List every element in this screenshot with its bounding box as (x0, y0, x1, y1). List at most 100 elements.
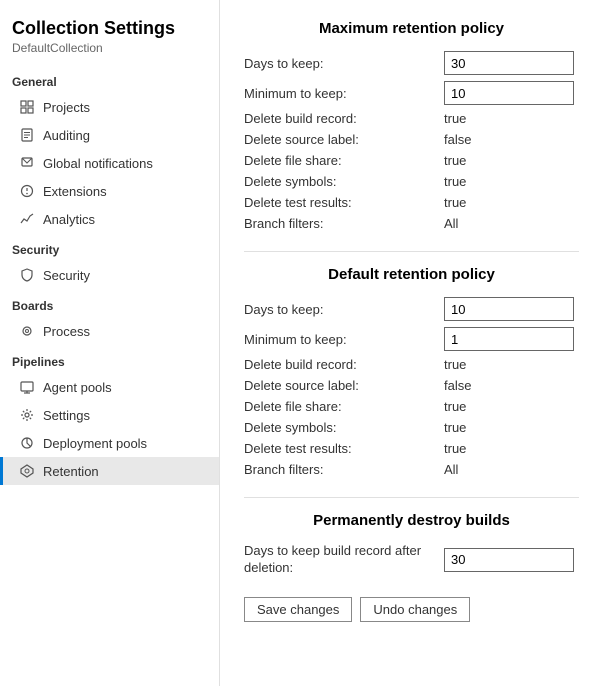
max-min-to-keep-row: Minimum to keep: (244, 81, 579, 105)
default-min-to-keep-row: Minimum to keep: (244, 327, 579, 351)
max-delete-symbols-label: Delete symbols: (244, 174, 444, 189)
security-icon (19, 267, 35, 283)
default-branch-filters-row: Branch filters: All (244, 462, 579, 477)
default-days-to-keep-row: Days to keep: (244, 297, 579, 321)
default-branch-filters-label: Branch filters: (244, 462, 444, 477)
max-delete-test-results-row: Delete test results: true (244, 195, 579, 210)
permanently-destroy-section: Permanently destroy builds Days to keep … (244, 512, 579, 577)
deployment-pools-label: Deployment pools (43, 436, 147, 451)
divider-2 (244, 497, 579, 498)
default-delete-symbols-label: Delete symbols: (244, 420, 444, 435)
max-delete-symbols-value: true (444, 174, 466, 189)
process-icon (19, 323, 35, 339)
default-delete-file-share-row: Delete file share: true (244, 399, 579, 414)
security-label: Security (43, 268, 90, 283)
max-branch-filters-label: Branch filters: (244, 216, 444, 231)
max-retention-section: Maximum retention policy Days to keep: M… (244, 20, 579, 231)
default-days-to-keep-input[interactable] (444, 297, 574, 321)
default-retention-title: Default retention policy (244, 266, 579, 283)
process-label: Process (43, 324, 90, 339)
projects-label: Projects (43, 100, 90, 115)
default-branch-filters-value: All (444, 462, 458, 477)
max-min-to-keep-input[interactable] (444, 81, 574, 105)
max-min-to-keep-label: Minimum to keep: (244, 86, 444, 101)
max-delete-file-share-row: Delete file share: true (244, 153, 579, 168)
default-delete-build-record-row: Delete build record: true (244, 357, 579, 372)
divider-1 (244, 251, 579, 252)
sidebar-item-retention[interactable]: Retention (0, 457, 219, 485)
default-delete-test-results-value: true (444, 441, 466, 456)
collection-name: DefaultCollection (0, 41, 219, 65)
max-delete-test-results-value: true (444, 195, 466, 210)
max-retention-title: Maximum retention policy (244, 20, 579, 37)
main-content: Maximum retention policy Days to keep: M… (220, 0, 603, 686)
default-delete-build-record-label: Delete build record: (244, 357, 444, 372)
section-security: Security (0, 233, 219, 261)
default-delete-file-share-label: Delete file share: (244, 399, 444, 414)
deployment-pools-icon (19, 435, 35, 451)
max-delete-source-label-label: Delete source label: (244, 132, 444, 147)
max-delete-build-record-label: Delete build record: (244, 111, 444, 126)
settings-icon (19, 407, 35, 423)
save-button[interactable]: Save changes (244, 597, 352, 622)
agent-pools-icon (19, 379, 35, 395)
retention-icon (19, 463, 35, 479)
sidebar-item-settings[interactable]: Settings (0, 401, 219, 429)
analytics-label: Analytics (43, 212, 95, 227)
max-delete-file-share-value: true (444, 153, 466, 168)
sidebar-item-extensions[interactable]: Extensions (0, 177, 219, 205)
sidebar-item-analytics[interactable]: Analytics (0, 205, 219, 233)
sidebar-item-security[interactable]: Security (0, 261, 219, 289)
sidebar-item-auditing[interactable]: Auditing (0, 121, 219, 149)
auditing-icon (19, 127, 35, 143)
max-branch-filters-value: All (444, 216, 458, 231)
auditing-label: Auditing (43, 128, 90, 143)
max-delete-source-label-row: Delete source label: false (244, 132, 579, 147)
default-retention-section: Default retention policy Days to keep: M… (244, 266, 579, 477)
sidebar-item-process[interactable]: Process (0, 317, 219, 345)
max-branch-filters-row: Branch filters: All (244, 216, 579, 231)
default-delete-file-share-value: true (444, 399, 466, 414)
max-delete-source-label-value: false (444, 132, 471, 147)
max-delete-build-record-value: true (444, 111, 466, 126)
days-keep-build-record-row: Days to keep build record after deletion… (244, 543, 579, 577)
section-boards: Boards (0, 289, 219, 317)
default-delete-source-label-row: Delete source label: false (244, 378, 579, 393)
max-delete-build-record-row: Delete build record: true (244, 111, 579, 126)
sidebar-item-global-notifications[interactable]: Global notifications (0, 149, 219, 177)
default-delete-symbols-value: true (444, 420, 466, 435)
agent-pools-label: Agent pools (43, 380, 112, 395)
max-days-to-keep-row: Days to keep: (244, 51, 579, 75)
max-days-to-keep-input[interactable] (444, 51, 574, 75)
sidebar-item-deployment-pools[interactable]: Deployment pools (0, 429, 219, 457)
notifications-icon (19, 155, 35, 171)
days-keep-build-record-input[interactable] (444, 548, 574, 572)
default-delete-test-results-label: Delete test results: (244, 441, 444, 456)
extensions-label: Extensions (43, 184, 107, 199)
analytics-icon (19, 211, 35, 227)
section-pipelines: Pipelines (0, 345, 219, 373)
default-delete-source-label-label: Delete source label: (244, 378, 444, 393)
max-days-to-keep-label: Days to keep: (244, 56, 444, 71)
permanently-destroy-title: Permanently destroy builds (244, 512, 579, 529)
default-min-to-keep-label: Minimum to keep: (244, 332, 444, 347)
sidebar-item-projects[interactable]: Projects (0, 93, 219, 121)
buttons-row: Save changes Undo changes (244, 597, 579, 622)
default-delete-symbols-row: Delete symbols: true (244, 420, 579, 435)
page-title: Collection Settings (0, 10, 219, 41)
projects-icon (19, 99, 35, 115)
undo-button[interactable]: Undo changes (360, 597, 470, 622)
default-min-to-keep-input[interactable] (444, 327, 574, 351)
section-general: General (0, 65, 219, 93)
settings-label: Settings (43, 408, 90, 423)
sidebar-item-agent-pools[interactable]: Agent pools (0, 373, 219, 401)
max-delete-symbols-row: Delete symbols: true (244, 174, 579, 189)
sidebar: Collection Settings DefaultCollection Ge… (0, 0, 220, 686)
retention-label: Retention (43, 464, 99, 479)
default-delete-build-record-value: true (444, 357, 466, 372)
global-notifications-label: Global notifications (43, 156, 153, 171)
max-delete-test-results-label: Delete test results: (244, 195, 444, 210)
days-keep-build-record-label: Days to keep build record after deletion… (244, 543, 444, 577)
extensions-icon (19, 183, 35, 199)
default-delete-test-results-row: Delete test results: true (244, 441, 579, 456)
